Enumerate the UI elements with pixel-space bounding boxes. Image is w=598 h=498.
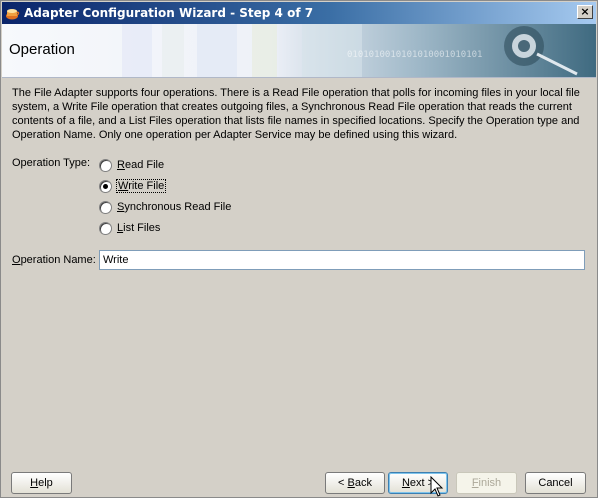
radio-read-file-label[interactable]: Read File [117, 159, 164, 171]
radio-read-file[interactable]: Read File [99, 156, 164, 174]
mouse-pointer-icon [430, 476, 444, 497]
help-button[interactable]: Help [11, 472, 72, 494]
radio-synchronous-read-file[interactable]: Synchronous Read File [99, 198, 231, 216]
app-cup-icon [6, 9, 20, 20]
close-button[interactable]: × [577, 5, 593, 19]
description-text: The File Adapter supports four operation… [12, 87, 580, 141]
radio-synchronous-read-file-indicator[interactable] [99, 200, 112, 214]
radio-list-files-indicator[interactable] [99, 221, 112, 235]
cancel-button[interactable]: Cancel [525, 472, 586, 494]
radio-read-file-indicator[interactable] [99, 158, 112, 172]
window-title: Adapter Configuration Wizard - Step 4 of… [24, 6, 314, 20]
wizard-window: Adapter Configuration Wizard - Step 4 of… [0, 0, 598, 498]
radio-list-files[interactable]: List Files [99, 219, 160, 237]
finish-button[interactable]: Finish [456, 472, 517, 494]
radio-write-file[interactable]: Write File [99, 177, 167, 195]
operation-name-label: Operation Name: [12, 254, 96, 266]
banner-decoration [2, 24, 596, 77]
radio-list-files-label[interactable]: List Files [117, 222, 160, 234]
back-button[interactable]: < Back [325, 472, 385, 494]
radio-synchronous-read-file-label[interactable]: Synchronous Read File [117, 201, 231, 213]
operation-name-input[interactable] [99, 250, 585, 270]
close-icon: × [580, 5, 590, 18]
operation-type-label: Operation Type: [12, 157, 91, 169]
banner-binary-decoration: 0101010010101010001010101 [347, 50, 483, 60]
wizard-header-banner: 0101010010101010001010101 Operation [2, 24, 596, 78]
wizard-content: The File Adapter supports four operation… [2, 79, 596, 463]
radio-write-file-indicator[interactable] [99, 179, 112, 193]
title-bar[interactable]: Adapter Configuration Wizard - Step 4 of… [2, 2, 596, 24]
radio-write-file-label[interactable]: Write File [115, 179, 167, 193]
page-title: Operation [9, 41, 75, 58]
